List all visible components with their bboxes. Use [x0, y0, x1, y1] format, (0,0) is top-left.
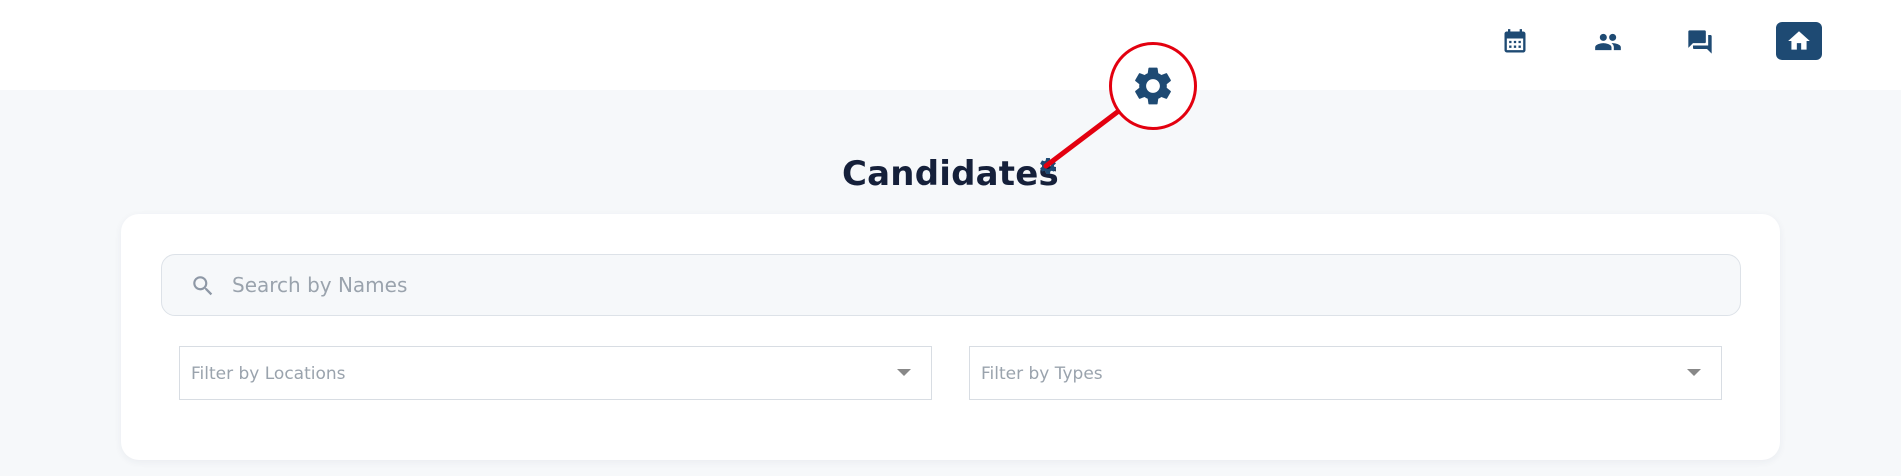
- types-filter-select[interactable]: Filter by Types: [969, 346, 1722, 400]
- annotation-callout: [1109, 42, 1197, 130]
- search-icon: [190, 273, 216, 299]
- search-box: [161, 254, 1741, 316]
- locations-filter-select[interactable]: Filter by Locations: [179, 346, 932, 400]
- types-filter-placeholder: Filter by Types: [981, 364, 1103, 384]
- gear-icon[interactable]: [1038, 156, 1058, 176]
- title-row: Candidates: [0, 150, 1901, 200]
- chevron-down-icon: [897, 369, 911, 376]
- people-icon[interactable]: [1586, 22, 1630, 62]
- home-icon[interactable]: [1776, 22, 1822, 60]
- page-title: Candidates: [842, 154, 1059, 194]
- top-navbar: [0, 0, 1901, 90]
- locations-filter-placeholder: Filter by Locations: [191, 364, 346, 384]
- chevron-down-icon: [1687, 369, 1701, 376]
- gear-icon: [1135, 67, 1171, 105]
- chat-icon[interactable]: [1678, 22, 1722, 62]
- calendar-icon[interactable]: [1493, 22, 1537, 62]
- search-input[interactable]: [232, 255, 1722, 315]
- filter-card: Filter by Locations Filter by Types: [121, 214, 1780, 460]
